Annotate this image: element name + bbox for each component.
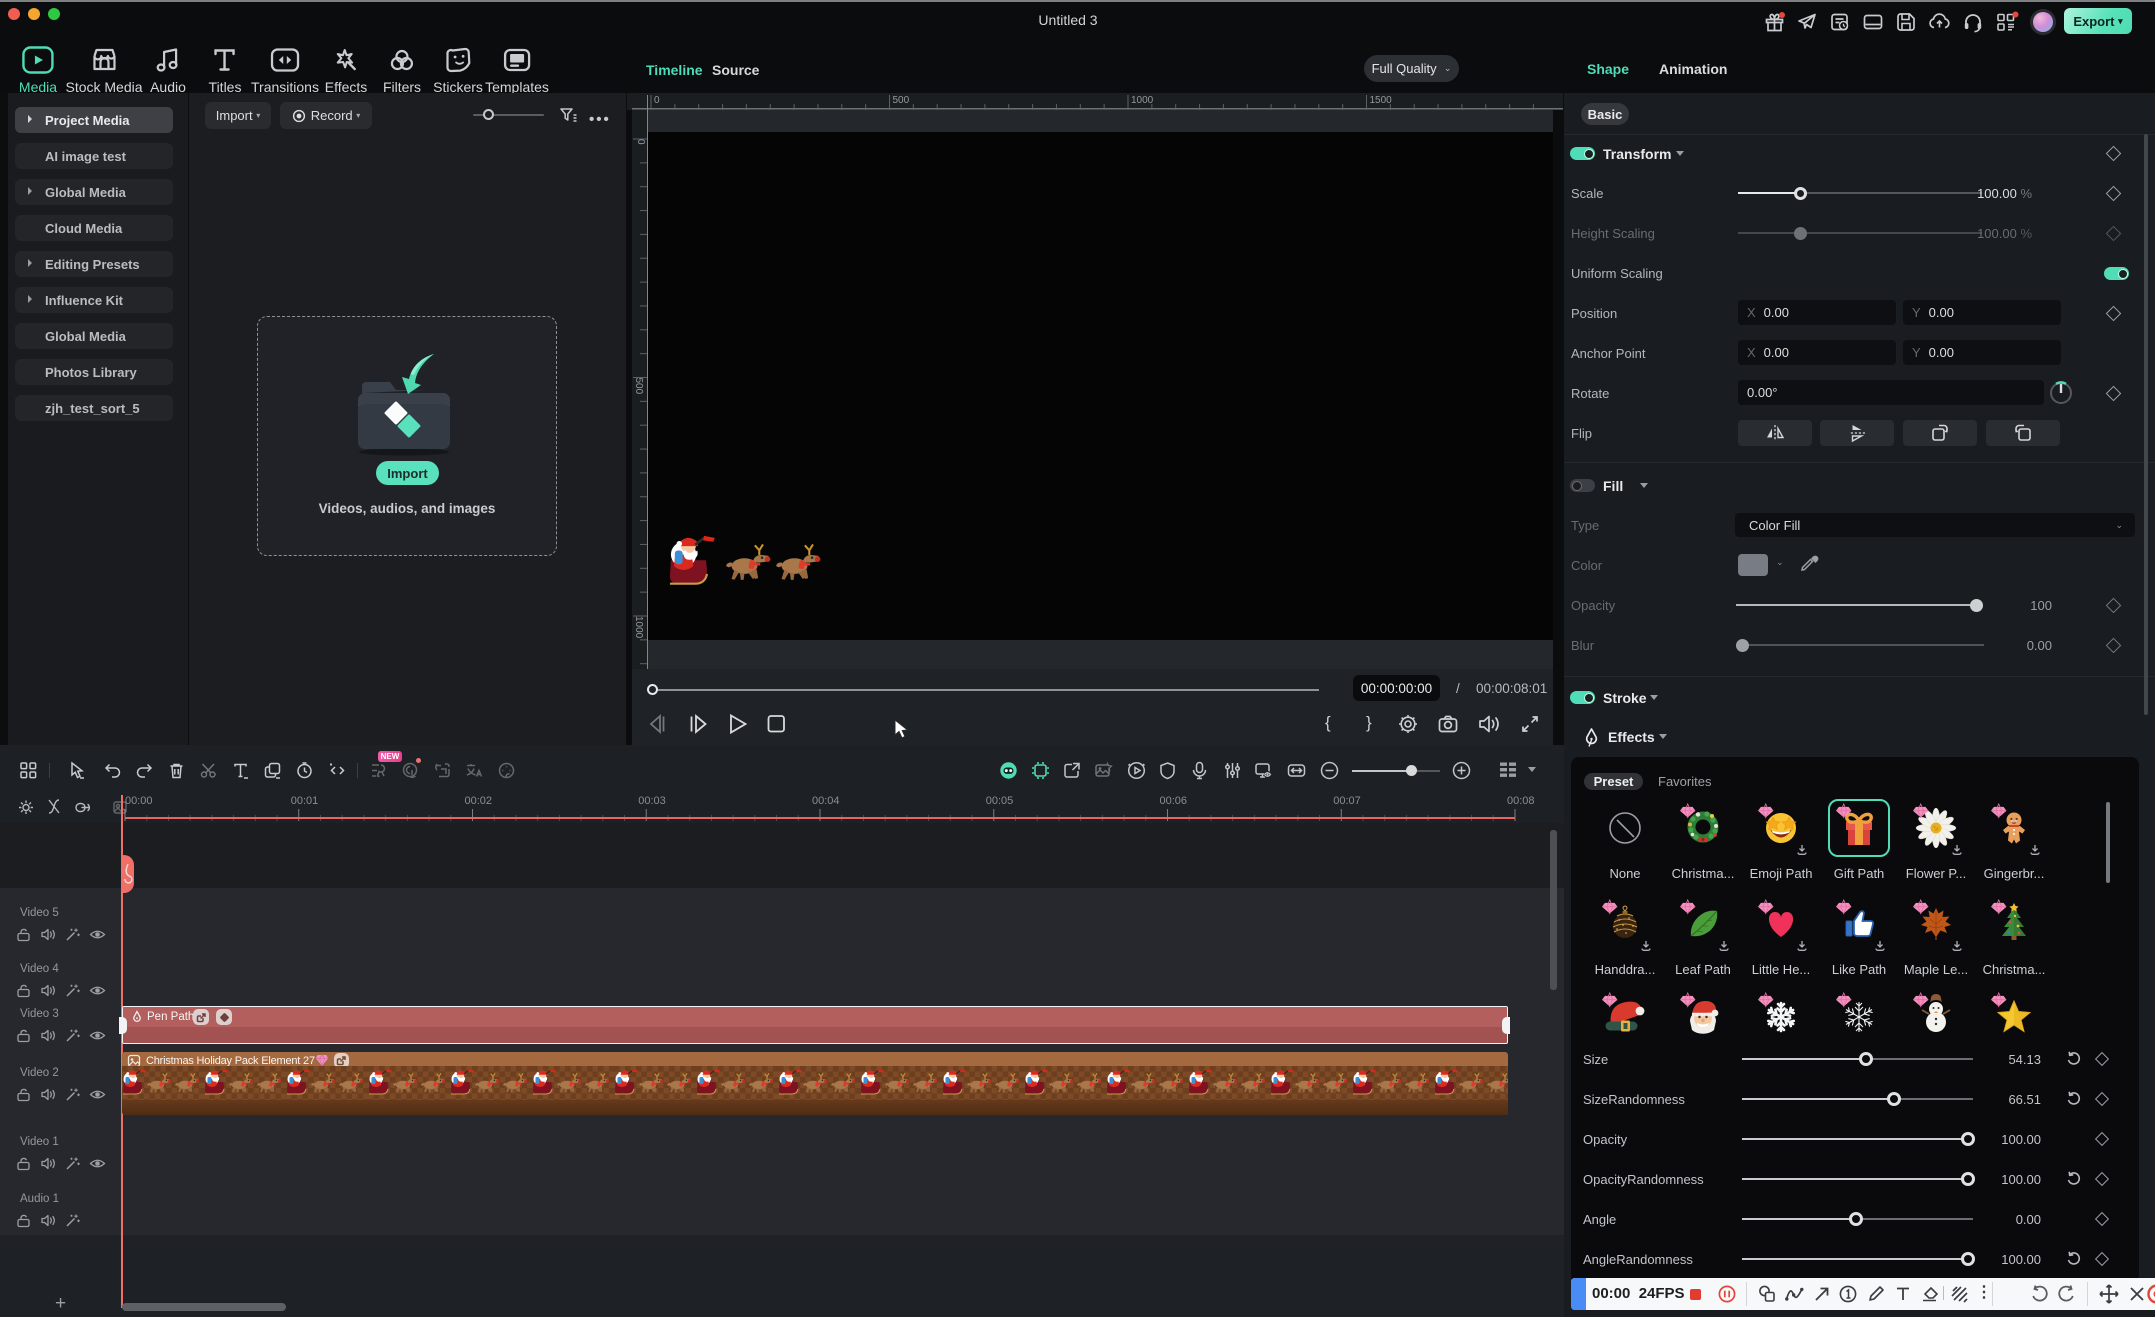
- svg-text:500: 500: [893, 95, 910, 106]
- svg-text:1500: 1500: [1370, 95, 1393, 106]
- svg-text:1000: 1000: [1131, 95, 1154, 106]
- svg-text:1000: 1000: [633, 616, 644, 639]
- svg-text:0: 0: [635, 139, 646, 145]
- svg-text:0: 0: [654, 95, 660, 106]
- svg-text:500: 500: [633, 378, 644, 395]
